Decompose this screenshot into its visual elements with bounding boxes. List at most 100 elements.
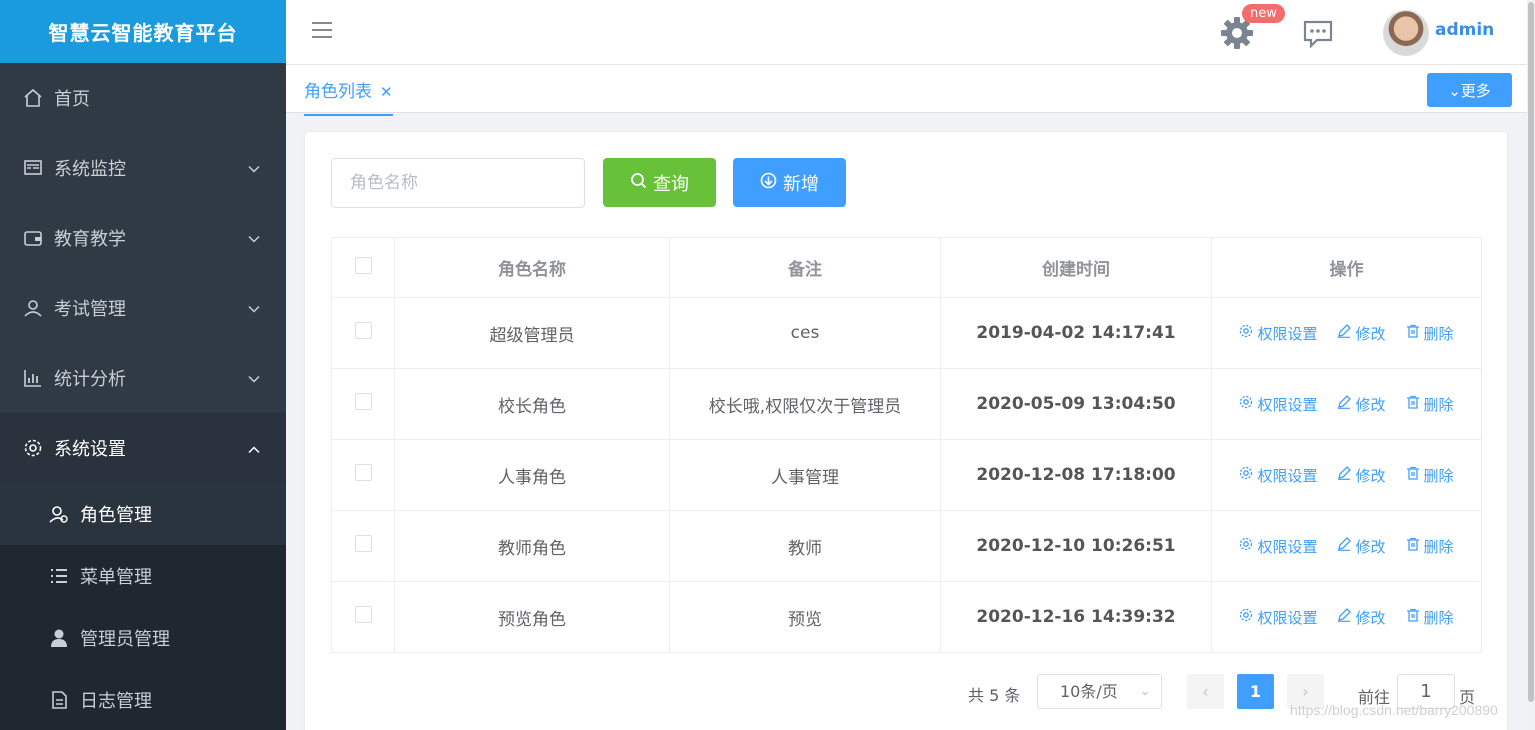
sidebar-item-label: 角色管理 — [80, 505, 152, 526]
watermark: https://blog.csdn.net/barry200890 — [1290, 702, 1498, 718]
tab-role-list[interactable]: 角色列表 ✕ — [304, 77, 393, 116]
cell-actions: 权限设置 修改 删除 — [1211, 368, 1482, 440]
sidebar: 智慧云智能教育平台 首页 系统监控 教育教学 考试管理 统计分析 系统设置 角色… — [0, 0, 286, 730]
edit-icon — [1337, 537, 1352, 555]
delete-label: 删除 — [1423, 324, 1454, 343]
row-checkbox[interactable] — [354, 606, 372, 623]
trash-icon — [1406, 608, 1420, 626]
message-icon[interactable] — [1303, 20, 1333, 49]
wallet-icon — [22, 227, 44, 249]
chevron-down-icon — [248, 368, 260, 389]
query-button[interactable]: 查询 — [603, 158, 716, 207]
delete-link[interactable]: 删除 — [1406, 394, 1454, 415]
permission-settings-link[interactable]: 权限设置 — [1239, 394, 1317, 415]
delete-link[interactable]: 删除 — [1406, 323, 1454, 344]
close-icon[interactable]: ✕ — [380, 83, 393, 101]
cell-actions: 权限设置 修改 删除 — [1211, 510, 1482, 582]
row-checkbox[interactable] — [354, 464, 372, 481]
sidebar-item-settings[interactable]: 系统设置 — [0, 413, 286, 483]
gear-icon — [1239, 324, 1253, 342]
edit-label: 修改 — [1355, 395, 1386, 414]
sidebar-item-exam[interactable]: 考试管理 — [0, 273, 286, 343]
select-all-checkbox[interactable] — [354, 256, 372, 274]
page-number-button[interactable]: 1 — [1237, 674, 1274, 709]
permission-settings-link[interactable]: 权限设置 — [1239, 536, 1317, 557]
select-all-cell — [331, 237, 395, 298]
chevron-down-icon — [248, 228, 260, 249]
cell-note: 人事管理 — [669, 439, 941, 511]
permission-label: 权限设置 — [1257, 395, 1318, 414]
row-checkbox[interactable] — [354, 322, 372, 339]
table-row: 人事角色 人事管理 2020-12-08 17:18:00 权限设置 修改 删除 — [331, 439, 1482, 511]
row-checkbox[interactable] — [354, 393, 372, 410]
cell-create-time: 2019-04-02 14:17:41 — [940, 297, 1212, 369]
total-count: 共 5 条 — [968, 686, 1021, 705]
row-checkbox[interactable] — [354, 535, 372, 552]
gear-icon — [1239, 466, 1253, 484]
cell-note: 教师 — [669, 510, 941, 582]
permission-settings-link[interactable]: 权限设置 — [1239, 607, 1317, 628]
sidebar-item-log[interactable]: 日志管理 — [0, 669, 286, 730]
table-row: 校长角色 校长哦,权限仅次于管理员 2020-05-09 13:04:50 权限… — [331, 368, 1482, 440]
role-icon — [48, 503, 70, 525]
sidebar-item-admin[interactable]: 管理员管理 — [0, 607, 286, 669]
username[interactable]: admin — [1435, 20, 1494, 40]
page-size-value: 10条/页 — [1060, 682, 1118, 701]
col-actions: 操作 — [1211, 237, 1482, 298]
edit-link[interactable]: 修改 — [1337, 607, 1386, 628]
edit-link[interactable]: 修改 — [1337, 536, 1386, 557]
permission-settings-link[interactable]: 权限设置 — [1239, 465, 1317, 486]
list-icon — [48, 565, 70, 587]
delete-label: 删除 — [1423, 608, 1454, 627]
edit-link[interactable]: 修改 — [1337, 465, 1386, 486]
delete-link[interactable]: 删除 — [1406, 465, 1454, 486]
cell-role-name: 预览角色 — [394, 581, 670, 653]
sidebar-item-monitor[interactable]: 系统监控 — [0, 133, 286, 203]
monitor-icon — [22, 157, 44, 179]
search-icon — [630, 172, 647, 194]
delete-label: 删除 — [1423, 466, 1454, 485]
delete-link[interactable]: 删除 — [1406, 607, 1454, 628]
new-badge: new — [1242, 4, 1285, 23]
main-card: 查询 新增 角色名称 备注 创建时间 操作 超级管理员 ces 2019-04-… — [305, 132, 1507, 730]
cell-create-time: 2020-05-09 13:04:50 — [940, 368, 1212, 440]
edit-link[interactable]: 修改 — [1337, 394, 1386, 415]
gear-icon — [1239, 608, 1253, 626]
sidebar-item-role[interactable]: 角色管理 — [0, 483, 286, 545]
row-select-cell — [331, 297, 395, 369]
chevron-down-icon: ⌄ — [1448, 82, 1461, 100]
cell-note: ces — [669, 297, 941, 369]
edit-icon — [1337, 608, 1352, 626]
permission-label: 权限设置 — [1257, 608, 1318, 627]
cell-note: 预览 — [669, 581, 941, 653]
cell-actions: 权限设置 修改 删除 — [1211, 439, 1482, 511]
cell-role-name: 人事角色 — [394, 439, 670, 511]
sidebar-item-menu[interactable]: 菜单管理 — [0, 545, 286, 607]
prev-page-button[interactable]: ‹ — [1187, 674, 1224, 709]
chevron-down-icon — [248, 158, 260, 179]
col-note: 备注 — [669, 237, 941, 298]
delete-label: 删除 — [1423, 395, 1454, 414]
table-header-row: 角色名称 备注 创建时间 操作 — [331, 237, 1482, 298]
permission-settings-link[interactable]: 权限设置 — [1239, 323, 1317, 344]
page-scrollbar[interactable] — [1527, 0, 1535, 730]
edit-link[interactable]: 修改 — [1337, 323, 1386, 344]
role-name-input[interactable] — [331, 158, 585, 208]
trash-icon — [1406, 466, 1420, 484]
table-row: 教师角色 教师 2020-12-10 10:26:51 权限设置 修改 删除 — [331, 510, 1482, 582]
sidebar-item-label: 统计分析 — [54, 369, 126, 390]
chart-icon — [22, 367, 44, 389]
page-size-select[interactable]: 10条/页 ⌄ — [1037, 674, 1162, 709]
edit-icon — [1337, 466, 1352, 484]
sidebar-item-home[interactable]: 首页 — [0, 63, 286, 133]
more-button[interactable]: ⌄更多 — [1427, 73, 1512, 107]
delete-link[interactable]: 删除 — [1406, 536, 1454, 557]
sidebar-item-statistics[interactable]: 统计分析 — [0, 343, 286, 413]
avatar[interactable] — [1383, 10, 1429, 56]
add-button[interactable]: 新增 — [733, 158, 846, 207]
hamburger-icon[interactable] — [312, 22, 332, 40]
sidebar-item-education[interactable]: 教育教学 — [0, 203, 286, 273]
more-label: 更多 — [1460, 82, 1491, 100]
trash-icon — [1406, 324, 1420, 342]
sidebar-item-label: 教育教学 — [54, 229, 126, 250]
